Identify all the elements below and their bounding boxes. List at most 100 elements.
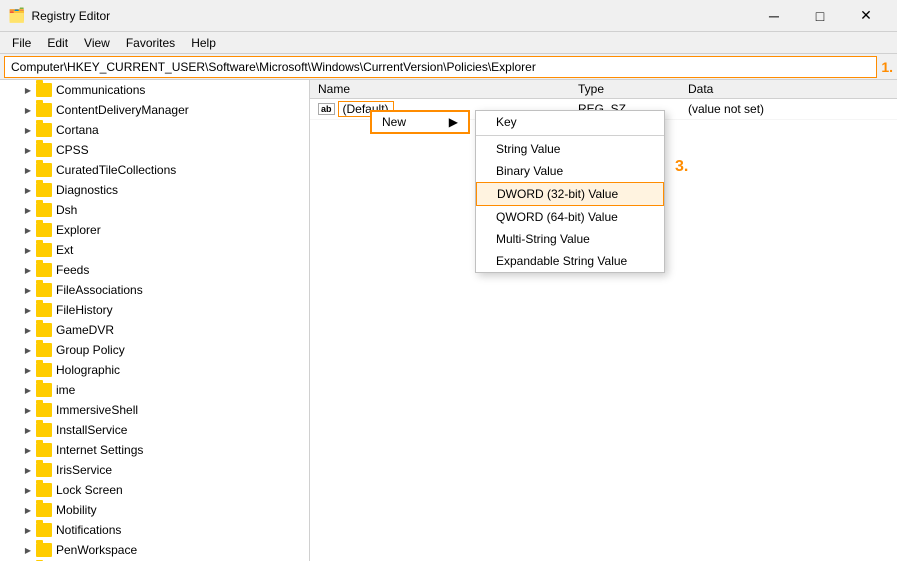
tree-item-label: Diagnostics — [56, 183, 118, 197]
menu-item-qword[interactable]: QWORD (64-bit) Value — [476, 206, 664, 228]
tree-item-ext[interactable]: ▶ Ext — [0, 240, 309, 260]
folder-icon — [36, 203, 52, 217]
tree-item-contentdeliverymanager[interactable]: ▶ ContentDeliveryManager — [0, 100, 309, 120]
tree-item-label: FileAssociations — [56, 283, 143, 297]
expand-icon: ▶ — [20, 402, 36, 418]
menu-item-key[interactable]: Key — [476, 111, 664, 133]
expand-icon: ▶ — [20, 122, 36, 138]
expand-icon: ▶ — [20, 542, 36, 558]
folder-icon — [36, 283, 52, 297]
menu-view[interactable]: View — [76, 34, 118, 52]
right-panel: Name Type Data ab (Default) REG_SZ (valu… — [310, 80, 897, 561]
tree-item-filehistory[interactable]: ▶ FileHistory — [0, 300, 309, 320]
tree-item-lockscreen[interactable]: ▶ Lock Screen — [0, 480, 309, 500]
tree-item-internetsettings[interactable]: ▶ Internet Settings — [0, 440, 309, 460]
tree-item-fileassociations[interactable]: ▶ FileAssociations — [0, 280, 309, 300]
expand-icon: ▶ — [20, 222, 36, 238]
tree-item-label: Group Policy — [56, 343, 125, 357]
new-arrow-icon: ▶ — [449, 115, 458, 129]
menu-item-dword[interactable]: DWORD (32-bit) Value — [476, 182, 664, 206]
step1-badge: 1. — [881, 59, 893, 75]
tree-item-label: ime — [56, 383, 75, 397]
expand-icon: ▶ — [20, 442, 36, 458]
tree-item-label: PenWorkspace — [56, 543, 137, 557]
menu-item-expandable-string[interactable]: Expandable String Value — [476, 250, 664, 272]
expand-icon: ▶ — [20, 242, 36, 258]
menu-edit[interactable]: Edit — [39, 34, 76, 52]
expand-icon: ▶ — [20, 202, 36, 218]
expand-icon: ▶ — [20, 182, 36, 198]
title-bar: 🗂️ Registry Editor ─ □ ✕ — [0, 0, 897, 32]
tree-item-cortana[interactable]: ▶ Cortana — [0, 120, 309, 140]
col-name: Name — [310, 80, 570, 99]
expand-icon: ▶ — [20, 322, 36, 338]
tree-item-immersiveshell[interactable]: ▶ ImmersiveShell — [0, 400, 309, 420]
tree-item-ime[interactable]: ▶ ime — [0, 380, 309, 400]
tree-item-penworkspace[interactable]: ▶ PenWorkspace — [0, 540, 309, 560]
menu-help[interactable]: Help — [183, 34, 224, 52]
folder-icon — [36, 263, 52, 277]
expand-icon: ▶ — [20, 422, 36, 438]
tree-item-holographic[interactable]: ▶ Holographic — [0, 360, 309, 380]
tree-item-explorer[interactable]: ▶ Explorer — [0, 220, 309, 240]
tree-panel[interactable]: ▶ Communications ▶ ContentDeliveryManage… — [0, 80, 310, 561]
folder-icon — [36, 183, 52, 197]
app-icon: 🗂️ — [8, 7, 25, 24]
expand-icon: ▶ — [20, 282, 36, 298]
folder-icon — [36, 543, 52, 557]
maximize-button[interactable]: □ — [797, 0, 843, 32]
tree-item-label: CPSS — [56, 143, 89, 157]
menu-item-binary-value[interactable]: Binary Value — [476, 160, 664, 182]
tree-item-cpss[interactable]: ▶ CPSS — [0, 140, 309, 160]
tree-item-label: IrisService — [56, 463, 112, 477]
tree-item-grouppolicy[interactable]: ▶ Group Policy — [0, 340, 309, 360]
tree-item-mobility[interactable]: ▶ Mobility — [0, 500, 309, 520]
tree-item-label: Cortana — [56, 123, 99, 137]
address-input[interactable] — [4, 56, 877, 78]
expand-icon: ▶ — [20, 302, 36, 318]
minimize-button[interactable]: ─ — [751, 0, 797, 32]
tree-item-curatedtilecollections[interactable]: ▶ CuratedTileCollections — [0, 160, 309, 180]
folder-icon — [36, 403, 52, 417]
tree-item-label: Communications — [56, 83, 145, 97]
tree-item-feeds[interactable]: ▶ Feeds — [0, 260, 309, 280]
tree-item-diagnostics[interactable]: ▶ Diagnostics — [0, 180, 309, 200]
tree-item-installservice[interactable]: ▶ InstallService — [0, 420, 309, 440]
tree-item-label: Dsh — [56, 203, 77, 217]
folder-icon — [36, 463, 52, 477]
tree-item-label: InstallService — [56, 423, 127, 437]
tree-item-label: ImmersiveShell — [56, 403, 138, 417]
expand-icon: ▶ — [20, 462, 36, 478]
tree-item-label: Holographic — [56, 363, 120, 377]
folder-icon — [36, 123, 52, 137]
tree-item-gamedvr[interactable]: ▶ GameDVR — [0, 320, 309, 340]
tree-item-notifications[interactable]: ▶ Notifications — [0, 520, 309, 540]
close-button[interactable]: ✕ — [843, 0, 889, 32]
menu-item-string-value[interactable]: String Value — [476, 138, 664, 160]
folder-icon — [36, 363, 52, 377]
tree-item-label: Explorer — [56, 223, 101, 237]
tree-item-label: FileHistory — [56, 303, 113, 317]
menu-item-multi-string[interactable]: Multi-String Value — [476, 228, 664, 250]
expand-icon: ▶ — [20, 82, 36, 98]
ab-badge: ab — [318, 103, 335, 115]
expand-icon: ▶ — [20, 262, 36, 278]
address-bar: 1. — [0, 54, 897, 80]
tree-item-communications[interactable]: ▶ Communications — [0, 80, 309, 100]
entry-data: (value not set) — [680, 99, 897, 120]
menu-favorites[interactable]: Favorites — [118, 34, 183, 52]
tree-item-irisservice[interactable]: ▶ IrisService — [0, 460, 309, 480]
tree-item-label: Mobility — [56, 503, 97, 517]
expand-icon: ▶ — [20, 102, 36, 118]
expand-icon: ▶ — [20, 162, 36, 178]
app-title: Registry Editor — [31, 9, 751, 23]
menu-separator — [476, 135, 664, 136]
menu-bar: File Edit View Favorites Help — [0, 32, 897, 54]
folder-icon — [36, 303, 52, 317]
col-data: Data — [680, 80, 897, 99]
menu-file[interactable]: File — [4, 34, 39, 52]
new-button[interactable]: New ▶ — [370, 110, 470, 134]
folder-icon — [36, 343, 52, 357]
folder-icon — [36, 163, 52, 177]
tree-item-dsh[interactable]: ▶ Dsh — [0, 200, 309, 220]
